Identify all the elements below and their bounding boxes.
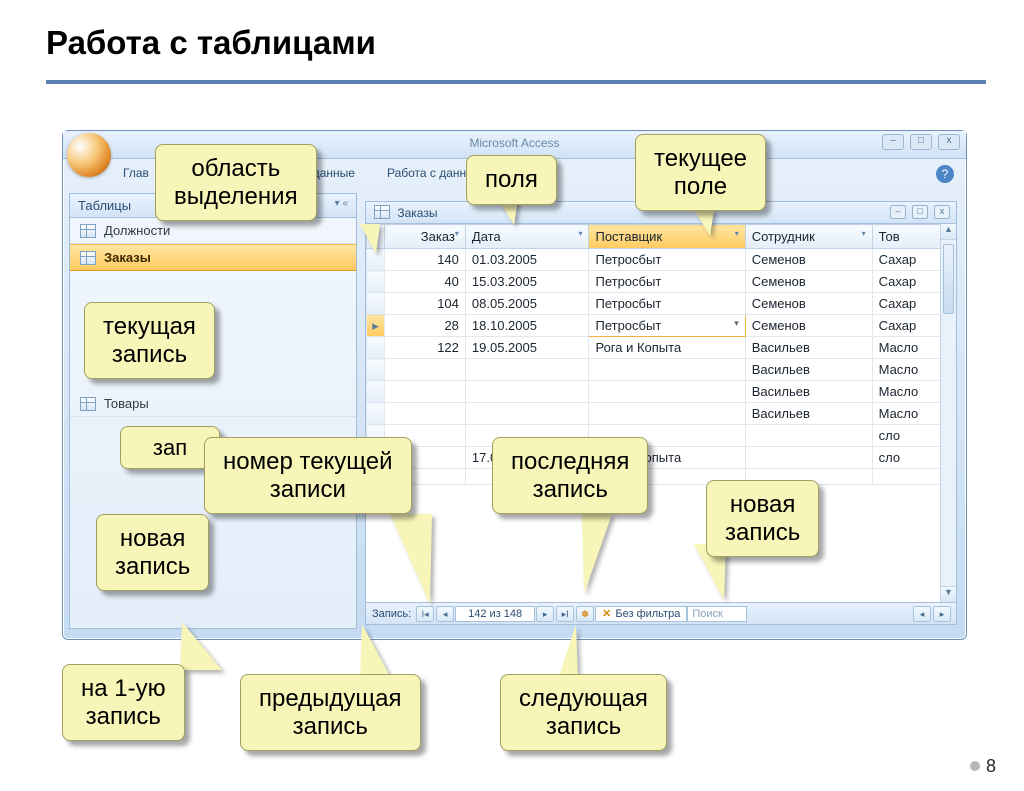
scroll-down-icon[interactable]: ▼ <box>941 586 956 602</box>
app-title: Microsoft Access <box>469 136 559 150</box>
last-record-button[interactable]: ▸I <box>556 606 574 622</box>
datasheet-window: Заказы – □ x Заказ▾ Дата▾ Поставщик▾ Сот… <box>365 201 957 625</box>
scroll-thumb[interactable] <box>943 244 954 314</box>
table-row[interactable]: ВасильевМасло <box>367 359 956 381</box>
col-sotrudnik[interactable]: Сотрудник▾ <box>745 225 872 249</box>
table-row[interactable]: 17.06.20Рога и Копытасло <box>367 447 956 469</box>
table-row[interactable]: 10408.05.2005ПетросбытСеменовСахар <box>367 293 956 315</box>
nav-item-zakazy[interactable]: Заказы <box>70 244 356 271</box>
tab-home[interactable]: Глав <box>121 163 151 183</box>
new-record-button[interactable]: ✽ <box>576 606 594 622</box>
hscroll-right-button[interactable]: ▸ <box>933 606 951 622</box>
sub-close-button[interactable]: x <box>934 205 950 219</box>
sub-maximize-button[interactable]: □ <box>912 205 928 219</box>
table-icon <box>80 224 96 238</box>
col-data[interactable]: Дата▾ <box>465 225 589 249</box>
table-row[interactable]: 4015.03.2005ПетросбытСеменовСахар <box>367 271 956 293</box>
table-row[interactable]: 12219.05.2005Рога и КопытаВасильевМасло <box>367 337 956 359</box>
nav-item-dolzhnosti[interactable]: Должности <box>70 218 356 244</box>
record-navigator: Запись: I◂ ◂ 142 из 148 ▸ ▸I ✽ ✕Без филь… <box>366 602 956 624</box>
filter-status[interactable]: ✕Без фильтра <box>595 606 687 622</box>
table-new-row[interactable]: * <box>367 469 956 485</box>
callout-current-record: текущаязапись <box>84 302 215 379</box>
data-table: Заказ▾ Дата▾ Поставщик▾ Сотрудник▾ Тов 1… <box>366 224 956 485</box>
callout-next-record: следующаязапись <box>500 674 667 751</box>
col-zakaz[interactable]: Заказ▾ <box>385 225 466 249</box>
close-button[interactable]: x <box>938 134 960 150</box>
callout-new-record-right: новаязапись <box>706 480 819 557</box>
callout-new-record-left: новаязапись <box>96 514 209 591</box>
callout-last-record: последняязапись <box>492 437 648 514</box>
page-title: Работа с таблицами <box>46 24 1024 62</box>
vertical-scrollbar[interactable]: ▲ ▼ <box>940 224 956 602</box>
prev-record-button[interactable]: ◂ <box>436 606 454 622</box>
table-icon <box>80 251 96 265</box>
table-row[interactable]: 14001.03.2005ПетросбытСеменовСахар <box>367 249 956 271</box>
callout-prev-record: предыдущаязапись <box>240 674 421 751</box>
scroll-up-icon[interactable]: ▲ <box>941 224 956 240</box>
callout-selection-area: областьвыделения <box>155 144 317 221</box>
minimize-button[interactable]: – <box>882 134 904 150</box>
callout-fields: поля <box>466 155 557 205</box>
hscroll-left-button[interactable]: ◂ <box>913 606 931 622</box>
table-icon <box>374 205 390 219</box>
table-row[interactable]: ВасильевМасло <box>367 403 956 425</box>
callout-current-field: текущееполе <box>635 134 766 211</box>
callout-first-record: на 1-уюзапись <box>62 664 185 741</box>
table-icon <box>80 397 96 411</box>
table-row-active[interactable]: ▸2818.10.2005Петросбыт ▾СеменовСахар <box>367 315 956 337</box>
save-icon[interactable] <box>119 137 135 153</box>
divider <box>46 80 986 84</box>
callout-record-number: номер текущейзаписи <box>204 437 412 514</box>
sub-minimize-button[interactable]: – <box>890 205 906 219</box>
col-postavshik[interactable]: Поставщик▾ <box>589 225 745 249</box>
datasheet-title: Заказы <box>397 206 437 220</box>
table-row[interactable]: сло <box>367 425 956 447</box>
table-row[interactable]: ВасильевМасло <box>367 381 956 403</box>
first-record-button[interactable]: I◂ <box>416 606 434 622</box>
search-box[interactable]: Поиск <box>687 606 747 622</box>
maximize-button[interactable]: □ <box>910 134 932 150</box>
record-counter[interactable]: 142 из 148 <box>455 606 535 622</box>
nav-item-tovary[interactable]: Товары <box>70 391 356 417</box>
help-icon[interactable]: ? <box>936 165 954 183</box>
next-record-button[interactable]: ▸ <box>536 606 554 622</box>
office-button[interactable] <box>67 133 111 177</box>
